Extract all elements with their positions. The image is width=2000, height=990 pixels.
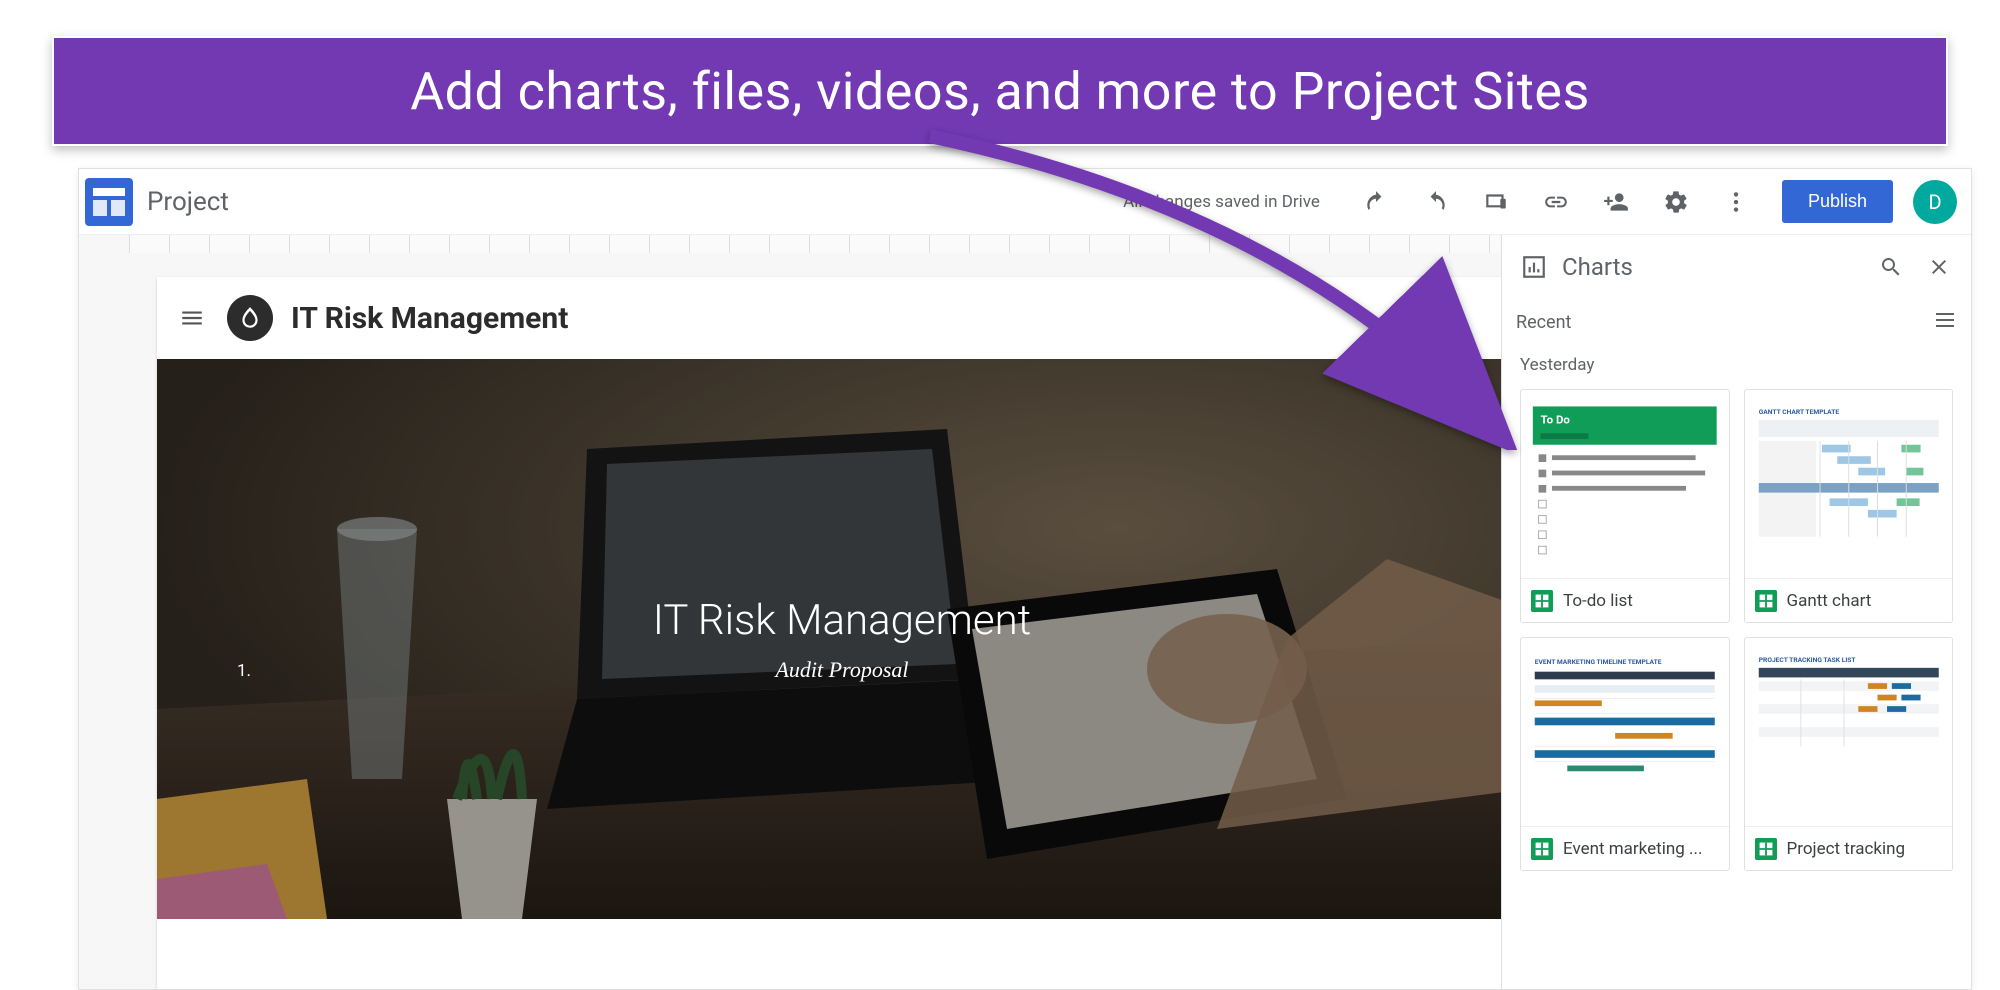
thumb-gantt-chart[interactable]: GANTT CHART TEMPLATE (1744, 389, 1954, 623)
preview-devices-icon[interactable] (1474, 180, 1518, 224)
site-canvas[interactable]: IT Risk Management (157, 277, 1527, 989)
svg-text:GANTT CHART TEMPLATE: GANTT CHART TEMPLATE (1758, 408, 1839, 416)
search-icon[interactable] (1873, 249, 1909, 285)
thumb-label: To-do list (1563, 591, 1633, 611)
charts-panel: Charts Recent Yesterday (1501, 235, 1971, 989)
share-person-add-icon[interactable] (1594, 180, 1638, 224)
sheets-icon (1531, 838, 1553, 860)
more-vert-icon[interactable] (1714, 180, 1758, 224)
sheets-icon (1531, 590, 1553, 612)
hamburger-icon[interactable] (175, 301, 209, 335)
svg-text:PROJECT TRACKING TASK LIST: PROJECT TRACKING TASK LIST (1758, 656, 1856, 664)
hero-overlay: IT Risk Management Audit Proposal (157, 359, 1527, 919)
redo-icon[interactable] (1414, 180, 1458, 224)
avatar-letter: D (1928, 190, 1941, 214)
publish-button[interactable]: Publish (1782, 180, 1893, 223)
thumb-label: Project tracking (1787, 839, 1906, 859)
thumb-preview: EVENT MARKETING TIMELINE TEMPLATE (1521, 638, 1729, 826)
section-label: Yesterday (1520, 355, 1953, 375)
thumb-label: Gantt chart (1787, 591, 1872, 611)
hero-title[interactable]: IT Risk Management (653, 596, 1031, 645)
site-header: IT Risk Management (157, 277, 1527, 359)
thumb-preview: PROJECT TRACKING TASK LIST (1745, 638, 1953, 826)
thumb-label: Event marketing ... (1563, 839, 1702, 859)
leaf-logo-icon (227, 295, 273, 341)
site-name[interactable]: IT Risk Management (291, 301, 568, 336)
undo-icon[interactable] (1354, 180, 1398, 224)
svg-text:EVENT MARKETING TIMELINE TEMPL: EVENT MARKETING TIMELINE TEMPLATE (1535, 658, 1662, 666)
thumb-preview: GANTT CHART TEMPLATE (1745, 390, 1953, 578)
toolbar: Project All changes saved in Drive Publi… (79, 169, 1971, 235)
caption-banner: Add charts, files, videos, and more to P… (52, 36, 1948, 146)
thumb-todo-list[interactable]: To Do (1520, 389, 1730, 623)
avatar[interactable]: D (1913, 180, 1957, 224)
sheets-icon (1755, 590, 1777, 612)
app-frame: Project All changes saved in Drive Publi… (78, 168, 1972, 990)
hero-section[interactable]: 1. IT Risk Management Audit Proposal (157, 359, 1527, 919)
thumb-project-tracking[interactable]: PROJECT TRACKING TASK LIST (1744, 637, 1954, 871)
hero-subtitle[interactable]: Audit Proposal (775, 657, 908, 683)
link-icon[interactable] (1534, 180, 1578, 224)
close-icon[interactable] (1921, 249, 1957, 285)
sheets-icon (1755, 838, 1777, 860)
save-status: All changes saved in Drive (1123, 192, 1320, 212)
thumb-preview: To Do (1521, 390, 1729, 578)
recent-label: Recent (1516, 312, 1571, 333)
editor-body: IT Risk Management (79, 235, 1971, 989)
bar-chart-icon (1516, 249, 1552, 285)
caption-text: Add charts, files, videos, and more to P… (410, 61, 1590, 122)
sites-app-icon[interactable] (85, 178, 133, 226)
list-view-icon[interactable] (1933, 308, 1957, 337)
settings-gear-icon[interactable] (1654, 180, 1698, 224)
thumb-grid: To Do (1516, 385, 1957, 875)
doc-title[interactable]: Project (147, 187, 229, 217)
panel-head: Charts (1516, 235, 1957, 299)
svg-text:To Do: To Do (1540, 413, 1570, 427)
thumb-event-marketing[interactable]: EVENT MARKETING TIMELINE TEMPLATE (1520, 637, 1730, 871)
panel-title: Charts (1562, 253, 1633, 281)
recent-row[interactable]: Recent (1516, 299, 1957, 345)
